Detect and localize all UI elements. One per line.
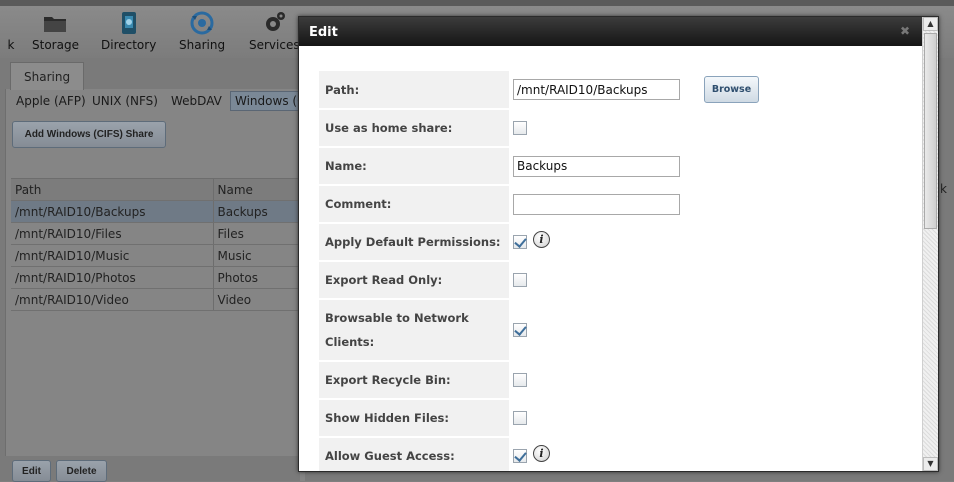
dialog-header: Edit ✖ — [299, 17, 938, 46]
path-field-cell: Browse — [513, 71, 759, 108]
home-share-field-cell — [513, 110, 527, 146]
table-header-row: Path Name — [11, 178, 306, 201]
cell-path: /mnt/RAID10/Photos — [11, 266, 214, 289]
column-header-path[interactable]: Path — [11, 178, 214, 201]
cell-path: /mnt/RAID10/Video — [11, 288, 214, 311]
form-row-guest-access: Allow Guest Access: i — [319, 438, 919, 471]
dialog-scrollbar[interactable]: ▲ ▼ — [922, 17, 938, 471]
cell-path: /mnt/RAID10/Files — [11, 222, 214, 245]
hidden-files-label: Show Hidden Files: — [319, 400, 509, 436]
toolbar-item-directory[interactable]: Directory — [101, 10, 156, 52]
default-permissions-label: Apply Default Permissions: — [319, 224, 509, 260]
read-only-field-cell — [513, 262, 527, 298]
recycle-bin-field-cell — [513, 362, 527, 398]
toolbar-item-network[interactable]: k — [0, 10, 24, 52]
toolbar-item-services[interactable]: Services — [249, 10, 300, 52]
path-input[interactable] — [513, 79, 680, 100]
toolbar-item-storage[interactable]: Storage — [32, 10, 79, 52]
table-row[interactable]: /mnt/RAID10/Video Video — [11, 288, 306, 311]
table-row[interactable]: /mnt/RAID10/Photos Photos — [11, 266, 306, 289]
comment-input[interactable] — [513, 193, 680, 215]
default-permissions-field-cell: i — [513, 224, 550, 260]
name-field-cell — [513, 148, 680, 184]
browsable-checkbox[interactable] — [513, 323, 527, 337]
cell-name: Backups — [213, 200, 306, 223]
directory-icon — [121, 12, 136, 34]
comment-field-cell — [513, 186, 680, 222]
close-icon[interactable]: ✖ — [900, 24, 910, 38]
form-row-hidden-files: Show Hidden Files: — [319, 400, 919, 436]
column-header-fragment: k — [940, 182, 947, 196]
cell-path: /mnt/RAID10/Backups — [11, 200, 214, 223]
network-icon — [0, 10, 24, 36]
toolbar-item-label: Directory — [101, 38, 157, 52]
table-row[interactable]: /mnt/RAID10/Files Files — [11, 222, 306, 245]
toolbar-item-sharing[interactable]: Sharing — [179, 10, 225, 52]
browsable-label: Browsable to Network Clients: — [319, 300, 509, 360]
home-share-label: Use as home share: — [319, 110, 509, 146]
table-row[interactable]: /mnt/RAID10/Backups Backups — [11, 200, 306, 223]
form-row-comment: Comment: — [319, 186, 919, 222]
read-only-checkbox[interactable] — [513, 273, 527, 287]
default-permissions-checkbox[interactable] — [513, 235, 527, 249]
dialog-title: Edit — [309, 25, 338, 40]
browsable-field-cell — [513, 300, 527, 360]
dialog-body: Path: Browse Use as home share: Name: Co… — [299, 46, 922, 471]
edit-button[interactable]: Edit — [12, 460, 51, 482]
info-icon[interactable]: i — [533, 230, 550, 248]
comment-label: Comment: — [319, 186, 509, 222]
toolbar-item-label: k — [7, 38, 15, 52]
table-row[interactable]: /mnt/RAID10/Music Music — [11, 244, 306, 267]
subtab-nfs[interactable]: UNIX (NFS) — [92, 94, 158, 108]
recycle-bin-checkbox[interactable] — [513, 373, 527, 387]
home-share-checkbox[interactable] — [513, 121, 527, 135]
share-table: Path Name /mnt/RAID10/Backups Backups /m… — [11, 178, 306, 311]
hidden-files-checkbox[interactable] — [513, 411, 527, 425]
toolbar-item-label: Sharing — [179, 38, 226, 52]
form-row-browsable: Browsable to Network Clients: — [319, 300, 919, 360]
guest-access-checkbox[interactable] — [513, 449, 527, 463]
folder-icon — [44, 17, 67, 32]
name-input[interactable] — [513, 155, 680, 177]
cell-name: Files — [213, 222, 306, 245]
sharing-icon — [190, 11, 214, 35]
form-row-name: Name: — [319, 148, 919, 184]
toolbar-item-label: Storage — [32, 38, 79, 52]
cell-name: Photos — [213, 266, 306, 289]
guest-access-label: Allow Guest Access: — [319, 438, 509, 471]
toolbar-item-label: Services — [249, 38, 300, 52]
cell-name: Music — [213, 244, 306, 267]
info-icon[interactable]: i — [533, 444, 550, 462]
tab-sharing[interactable]: Sharing — [10, 62, 84, 90]
browse-button[interactable]: Browse — [704, 76, 759, 103]
name-label: Name: — [319, 148, 509, 184]
delete-button[interactable]: Delete — [56, 460, 107, 482]
hidden-files-field-cell — [513, 400, 527, 436]
recycle-bin-label: Export Recycle Bin: — [319, 362, 509, 398]
guest-access-field-cell: i — [513, 438, 550, 471]
add-cifs-share-button[interactable]: Add Windows (CIFS) Share — [12, 121, 166, 148]
gear-icon — [266, 12, 286, 31]
read-only-label: Export Read Only: — [319, 262, 509, 298]
scroll-up-icon[interactable]: ▲ — [923, 17, 938, 31]
cell-path: /mnt/RAID10/Music — [11, 244, 214, 267]
scroll-down-icon[interactable]: ▼ — [923, 457, 938, 471]
form-row-recycle-bin: Export Recycle Bin: — [319, 362, 919, 398]
cell-name: Video — [213, 288, 306, 311]
subtab-afp[interactable]: Apple (AFP) — [16, 94, 86, 108]
form-row-home-share: Use as home share: — [319, 110, 919, 146]
path-label: Path: — [319, 71, 509, 108]
form-row-read-only: Export Read Only: — [319, 262, 919, 298]
edit-dialog: Edit ✖ Path: Browse Use as home share: N… — [298, 16, 939, 472]
table-action-bar: Edit Delete — [0, 456, 300, 482]
scroll-thumb[interactable] — [924, 33, 937, 229]
form-row-default-permissions: Apply Default Permissions: i — [319, 224, 919, 260]
subtab-webdav[interactable]: WebDAV — [171, 94, 222, 108]
form-row-path: Path: Browse — [319, 71, 919, 108]
column-header-name[interactable]: Name — [213, 178, 306, 201]
